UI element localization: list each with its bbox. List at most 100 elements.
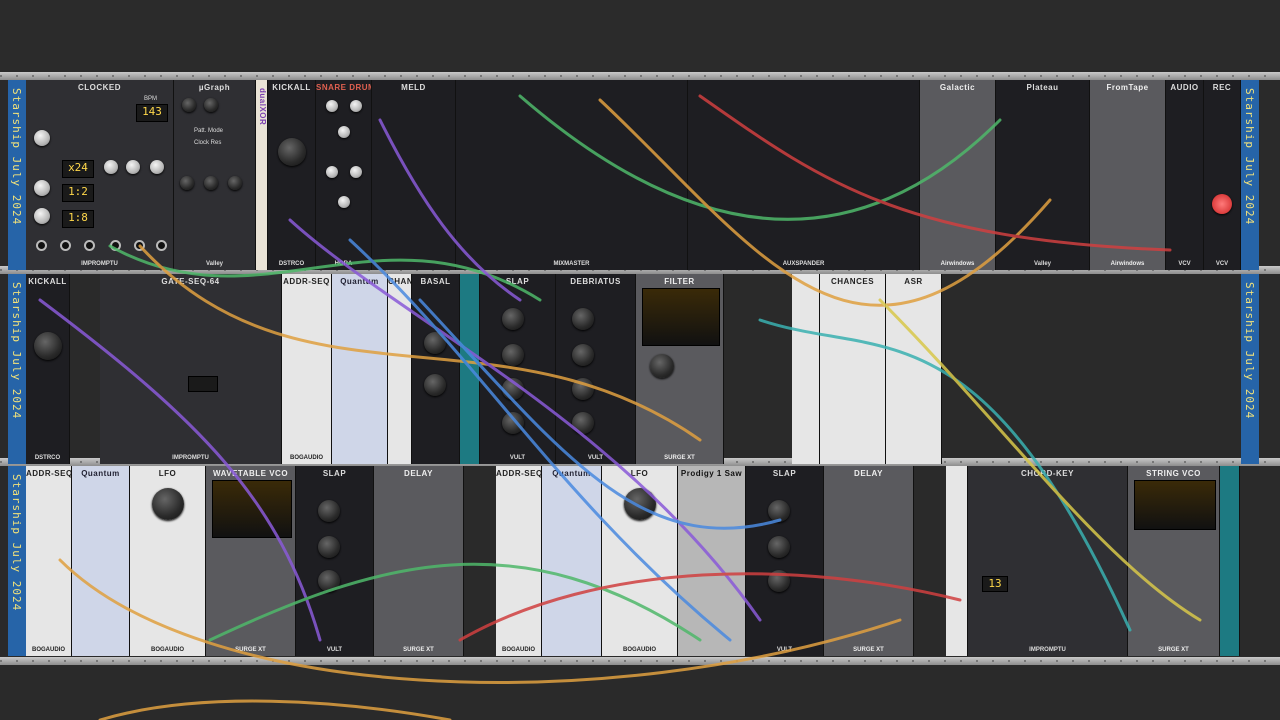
module-fromtape[interactable]: FromTape Airwindows bbox=[1090, 80, 1166, 270]
module-delay-2[interactable]: DELAY SURGE XT bbox=[824, 466, 914, 656]
module-clock-div[interactable] bbox=[792, 274, 820, 464]
module-quantum[interactable]: Quantum bbox=[332, 274, 388, 464]
module-chan[interactable]: CHAN bbox=[388, 274, 412, 464]
module-filter[interactable]: FILTER SURGE XT bbox=[636, 274, 724, 464]
mod-knob[interactable] bbox=[350, 166, 362, 178]
reset-jack[interactable] bbox=[36, 240, 47, 251]
ratio-display-3[interactable]: 1:8 bbox=[62, 210, 94, 228]
ratio-display-1[interactable]: x24 bbox=[62, 160, 94, 178]
decay-knob[interactable] bbox=[318, 536, 340, 558]
frequency-knob[interactable] bbox=[152, 488, 184, 520]
rack-rail bbox=[0, 657, 1280, 665]
tone-knob[interactable] bbox=[326, 100, 338, 112]
run-jack[interactable] bbox=[60, 240, 71, 251]
clock-knob[interactable] bbox=[34, 130, 50, 146]
module-offset[interactable] bbox=[946, 466, 968, 656]
module-string-vco[interactable]: STRING VCO SURGE XT bbox=[1128, 466, 1220, 656]
module-clocked[interactable]: CLOCKED 143 BPM x24 1:2 1:8 IMPROMPTU bbox=[26, 80, 174, 270]
module-title: Quantum bbox=[340, 277, 379, 286]
attack-knob[interactable] bbox=[768, 500, 790, 522]
wavetable-display bbox=[212, 480, 292, 538]
clk3-jack[interactable] bbox=[156, 240, 167, 251]
module-addr-seq[interactable]: ADDR-SEQ BOGAUDIO bbox=[26, 466, 72, 656]
sustain-knob[interactable] bbox=[502, 378, 524, 400]
sustain-knob[interactable] bbox=[318, 570, 340, 592]
decay-knob[interactable] bbox=[768, 536, 790, 558]
clk1-jack[interactable] bbox=[110, 240, 121, 251]
module-nsiprdr[interactable] bbox=[460, 274, 480, 464]
attack-knob[interactable] bbox=[502, 308, 524, 330]
clock-knob[interactable] bbox=[34, 208, 50, 224]
module-slap[interactable]: SLAP VULT bbox=[296, 466, 374, 656]
module-quantum[interactable]: Quantum bbox=[72, 466, 130, 656]
module-galactic[interactable]: Galactic Airwindows bbox=[920, 80, 996, 270]
module-wavetable-vco[interactable]: WAVETABLE VCO SURGE XT bbox=[206, 466, 296, 656]
distort-knob[interactable] bbox=[572, 378, 594, 400]
module-ugraph[interactable]: µGraph Patt. Mode Clock Res Valley bbox=[174, 80, 256, 270]
module-basal[interactable]: BASAL bbox=[412, 274, 460, 464]
map-y-knob[interactable] bbox=[204, 176, 218, 190]
module-audio[interactable]: AUDIO VCV bbox=[1166, 80, 1204, 270]
tempo-knob[interactable] bbox=[204, 98, 218, 112]
module-prodigy[interactable]: Prodigy 1 Saw bbox=[678, 466, 746, 656]
module-kickall[interactable]: KICKALL DSTRCO bbox=[26, 274, 70, 464]
chaos-knob[interactable] bbox=[228, 176, 242, 190]
module-rec[interactable]: REC VCV bbox=[1204, 80, 1241, 270]
tempo-knob[interactable] bbox=[182, 98, 196, 112]
noise-knob[interactable] bbox=[338, 196, 350, 208]
module-slap-2[interactable]: SLAP VULT bbox=[746, 466, 824, 656]
decay-knob[interactable] bbox=[502, 344, 524, 366]
record-button[interactable] bbox=[1212, 194, 1232, 214]
tune-knob[interactable] bbox=[34, 332, 62, 360]
pw-knob[interactable] bbox=[126, 160, 140, 174]
chord-display[interactable]: 13 bbox=[982, 576, 1008, 592]
pitch-fm-knob[interactable] bbox=[350, 100, 362, 112]
clock-knob[interactable] bbox=[34, 180, 50, 196]
map-x-knob[interactable] bbox=[180, 176, 194, 190]
module-nsiprdr[interactable] bbox=[1220, 466, 1240, 656]
bpm-jack[interactable] bbox=[84, 240, 95, 251]
module-asr[interactable]: ASR bbox=[886, 274, 942, 464]
frequency-knob[interactable] bbox=[624, 488, 656, 520]
module-kickall[interactable]: KICKALL DSTRCO bbox=[268, 80, 316, 270]
clk2-jack[interactable] bbox=[134, 240, 145, 251]
frequency-knob[interactable] bbox=[650, 354, 674, 378]
module-lfo[interactable]: LFO BOGAUDIO bbox=[130, 466, 206, 656]
module-delay[interactable]: DELAY SURGE XT bbox=[374, 466, 464, 656]
module-dualxor[interactable]: dualXOR bbox=[256, 80, 268, 270]
saturate-knob[interactable] bbox=[572, 412, 594, 434]
module-debriatus[interactable]: DEBRIATUS VULT bbox=[556, 274, 636, 464]
module-title: FILTER bbox=[664, 277, 695, 286]
module-slap[interactable]: SLAP VULT bbox=[480, 274, 556, 464]
crush-knob[interactable] bbox=[572, 344, 594, 366]
tune-knob[interactable] bbox=[278, 138, 306, 166]
tune-knob[interactable] bbox=[424, 332, 446, 354]
module-brand: BOGAUDIO bbox=[151, 647, 184, 653]
mode-knob[interactable] bbox=[424, 374, 446, 396]
swing-knob[interactable] bbox=[104, 160, 118, 174]
module-snare-drum[interactable]: SNARE DRUM HORA bbox=[316, 80, 372, 270]
module-chord-key[interactable]: CHORD-KEY 13 IMPROMPTU bbox=[968, 466, 1128, 656]
module-meld[interactable]: MELD bbox=[372, 80, 456, 270]
level-knob[interactable] bbox=[326, 166, 338, 178]
pitch-decay-knob[interactable] bbox=[338, 126, 350, 138]
module-quantum-2[interactable]: Quantum bbox=[542, 466, 602, 656]
module-gate-seq-64[interactable]: GATE-SEQ-64 IMPROMPTU bbox=[100, 274, 282, 464]
delay-knob[interactable] bbox=[150, 160, 164, 174]
module-mixmaster[interactable]: MIXMASTER bbox=[456, 80, 688, 270]
sustain-knob[interactable] bbox=[768, 570, 790, 592]
bpm-display[interactable]: 143 bbox=[136, 104, 168, 122]
module-addr-seq-2[interactable]: ADDR-SEQ BOGAUDIO bbox=[496, 466, 542, 656]
module-brand: SURGE XT bbox=[403, 647, 434, 653]
fold-knob[interactable] bbox=[572, 308, 594, 330]
release-knob[interactable] bbox=[502, 412, 524, 434]
seq-display[interactable] bbox=[188, 376, 218, 392]
rack-row-2: Starship July 2024 Starship July 2024 KI… bbox=[0, 274, 1280, 464]
module-plateau[interactable]: Plateau Valley bbox=[996, 80, 1090, 270]
module-auxspander[interactable]: AUXSPANDER bbox=[688, 80, 920, 270]
module-chances[interactable]: CHANCES bbox=[820, 274, 886, 464]
ratio-display-2[interactable]: 1:2 bbox=[62, 184, 94, 202]
attack-knob[interactable] bbox=[318, 500, 340, 522]
module-lfo-2[interactable]: LFO BOGAUDIO bbox=[602, 466, 678, 656]
module-addr-seq[interactable]: ADDR-SEQ BOGAUDIO bbox=[282, 274, 332, 464]
